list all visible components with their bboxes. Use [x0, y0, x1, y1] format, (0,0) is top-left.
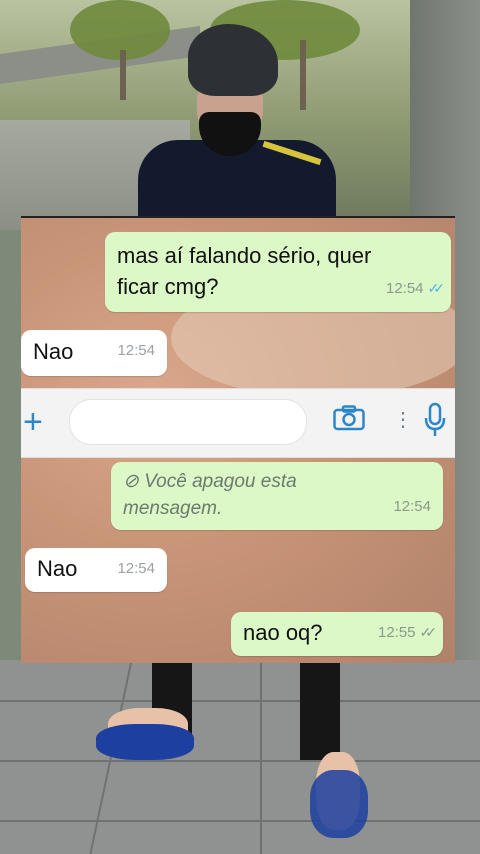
camera-icon[interactable]	[333, 405, 365, 431]
message-text: Nao	[33, 339, 74, 364]
message-time: 12:54	[117, 342, 155, 359]
message-time: 12:54	[393, 498, 431, 515]
message-outgoing[interactable]: mas aí falando sério, quer ficar cmg? 12…	[105, 232, 451, 312]
message-incoming[interactable]: Nao 12:54	[21, 330, 167, 376]
floor-tile-line	[0, 820, 480, 822]
message-meta: 12:54	[393, 491, 431, 522]
double-check-read-icon: ✓✓	[427, 280, 446, 296]
message-time: 12:54	[385, 280, 424, 297]
blocked-icon: ⊘	[123, 471, 139, 492]
chat-screenshot: mas aí falando sério, quer ficar cmg? 12…	[21, 216, 455, 663]
message-input[interactable]	[69, 399, 307, 445]
floor-tile-line	[0, 760, 480, 762]
floor-tile-line	[260, 660, 262, 854]
message-meta: 12:54	[117, 553, 155, 584]
character-leg	[300, 660, 340, 760]
message-incoming[interactable]: Nao 12:54	[25, 548, 167, 592]
message-time: 12:55	[377, 624, 416, 641]
background-floor	[0, 660, 480, 854]
message-meta: 12:54 ✓✓	[385, 273, 446, 304]
background-tree-trunk	[120, 50, 126, 100]
deleted-message-line: ⊘ Você apagou esta	[123, 468, 431, 495]
message-text: Nao	[37, 556, 78, 581]
character-sandal	[310, 770, 368, 838]
message-meta: 12:54	[117, 335, 155, 366]
background-tree-trunk	[300, 40, 306, 110]
microphone-icon[interactable]	[423, 402, 447, 438]
message-text: mensagem.	[123, 498, 223, 519]
plus-icon[interactable]: +	[23, 405, 43, 439]
more-icon[interactable]: ⋮	[393, 407, 413, 432]
message-text: Você apagou esta	[144, 471, 297, 492]
message-text: mas aí falando sério, quer	[117, 243, 372, 268]
message-meta: 12:55 ✓✓	[377, 617, 438, 648]
chat-input-bar: + ⋮	[21, 388, 455, 458]
message-outgoing[interactable]: nao oq? 12:55 ✓✓	[231, 612, 443, 656]
message-text: nao oq?	[243, 620, 323, 645]
message-outgoing-deleted[interactable]: ⊘ Você apagou esta mensagem. 12:54	[111, 462, 443, 530]
character-sandal	[96, 724, 194, 760]
message-time: 12:54	[117, 560, 155, 577]
double-check-icon: ✓✓	[419, 624, 438, 640]
floor-tile-line	[0, 700, 480, 702]
